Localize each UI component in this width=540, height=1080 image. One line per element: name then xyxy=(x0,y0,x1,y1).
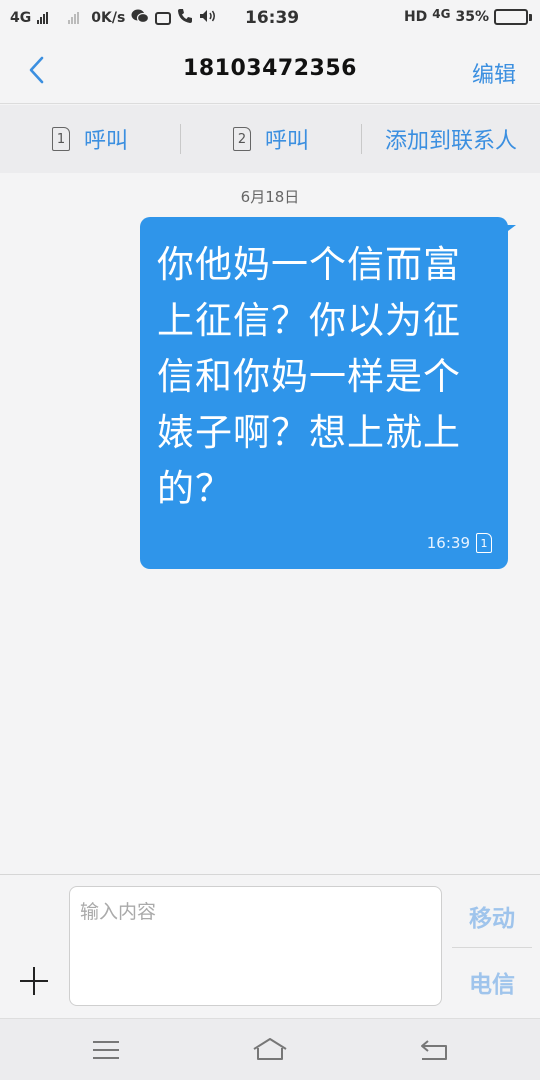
add-contact-button[interactable]: 添加到联系人 xyxy=(362,123,540,155)
signal-2-icon xyxy=(68,12,80,24)
navigation-bar xyxy=(0,1018,540,1080)
composer: 输入内容 移动 电信 xyxy=(0,874,540,1018)
conversation-header: 18103472356 编辑 xyxy=(0,36,540,104)
status-left: 4G 0K/s xyxy=(10,8,217,28)
message-bubble[interactable]: 你他妈一个信而富上征信？你以为征信和你妈一样是个婊子啊？想上就上的？ 16:39… xyxy=(140,217,508,569)
status-bar: 4G 0K/s 16:39 HD 4G 35% xyxy=(0,0,540,36)
bubble-tail xyxy=(500,225,516,237)
battery-percent: 35% xyxy=(455,9,489,25)
send-mobile-button[interactable]: 移动 xyxy=(452,899,532,933)
add-attachment-button[interactable] xyxy=(18,965,50,997)
message-date: 6月18日 xyxy=(240,188,300,206)
status-time: 16:39 xyxy=(245,8,300,28)
home-icon xyxy=(253,1038,287,1060)
mute-icon xyxy=(199,9,217,27)
add-contact-label: 添加到联系人 xyxy=(384,129,517,154)
home-button[interactable] xyxy=(250,1035,290,1065)
action-bar: 1 呼叫 2 呼叫 添加到联系人 xyxy=(0,105,540,173)
network-type-1: 4G xyxy=(10,10,32,26)
battery-icon xyxy=(494,9,532,25)
status-right: HD 4G 35% xyxy=(403,7,532,25)
message-time: 16:39 xyxy=(426,534,470,552)
back-arrow-icon xyxy=(421,1040,447,1060)
call-sim1-button[interactable]: 1 呼叫 xyxy=(0,123,180,155)
menu-icon xyxy=(93,1041,119,1059)
message-input[interactable]: 输入内容 xyxy=(69,886,442,1006)
send-telecom-button[interactable]: 电信 xyxy=(452,965,532,999)
sim-card-icon: 1 xyxy=(476,533,492,553)
network-type-2: 4G xyxy=(432,7,451,21)
phone-icon xyxy=(177,8,193,28)
menu-button[interactable] xyxy=(86,1035,126,1065)
call-sim1-label: 呼叫 xyxy=(83,129,128,154)
call-sim2-button[interactable]: 2 呼叫 xyxy=(181,123,361,155)
wechat-icon xyxy=(131,9,150,28)
contact-number: 18103472356 xyxy=(183,56,357,81)
send-divider xyxy=(452,947,532,948)
video-icon xyxy=(155,11,172,25)
back-nav-button[interactable] xyxy=(414,1035,454,1065)
message-text: 你他妈一个信而富上征信？你以为征信和你妈一样是个婊子啊？想上就上的？ xyxy=(157,243,461,510)
message-meta: 16:39 1 xyxy=(427,533,492,553)
hd-label: HD xyxy=(403,9,428,25)
network-speed: 0K/s xyxy=(91,10,126,26)
call-sim2-label: 呼叫 xyxy=(264,129,309,154)
edit-button[interactable]: 编辑 xyxy=(472,57,516,89)
sim-card-icon: 1 xyxy=(51,127,70,151)
sim-card-icon: 2 xyxy=(232,127,251,151)
signal-icon xyxy=(37,12,49,24)
